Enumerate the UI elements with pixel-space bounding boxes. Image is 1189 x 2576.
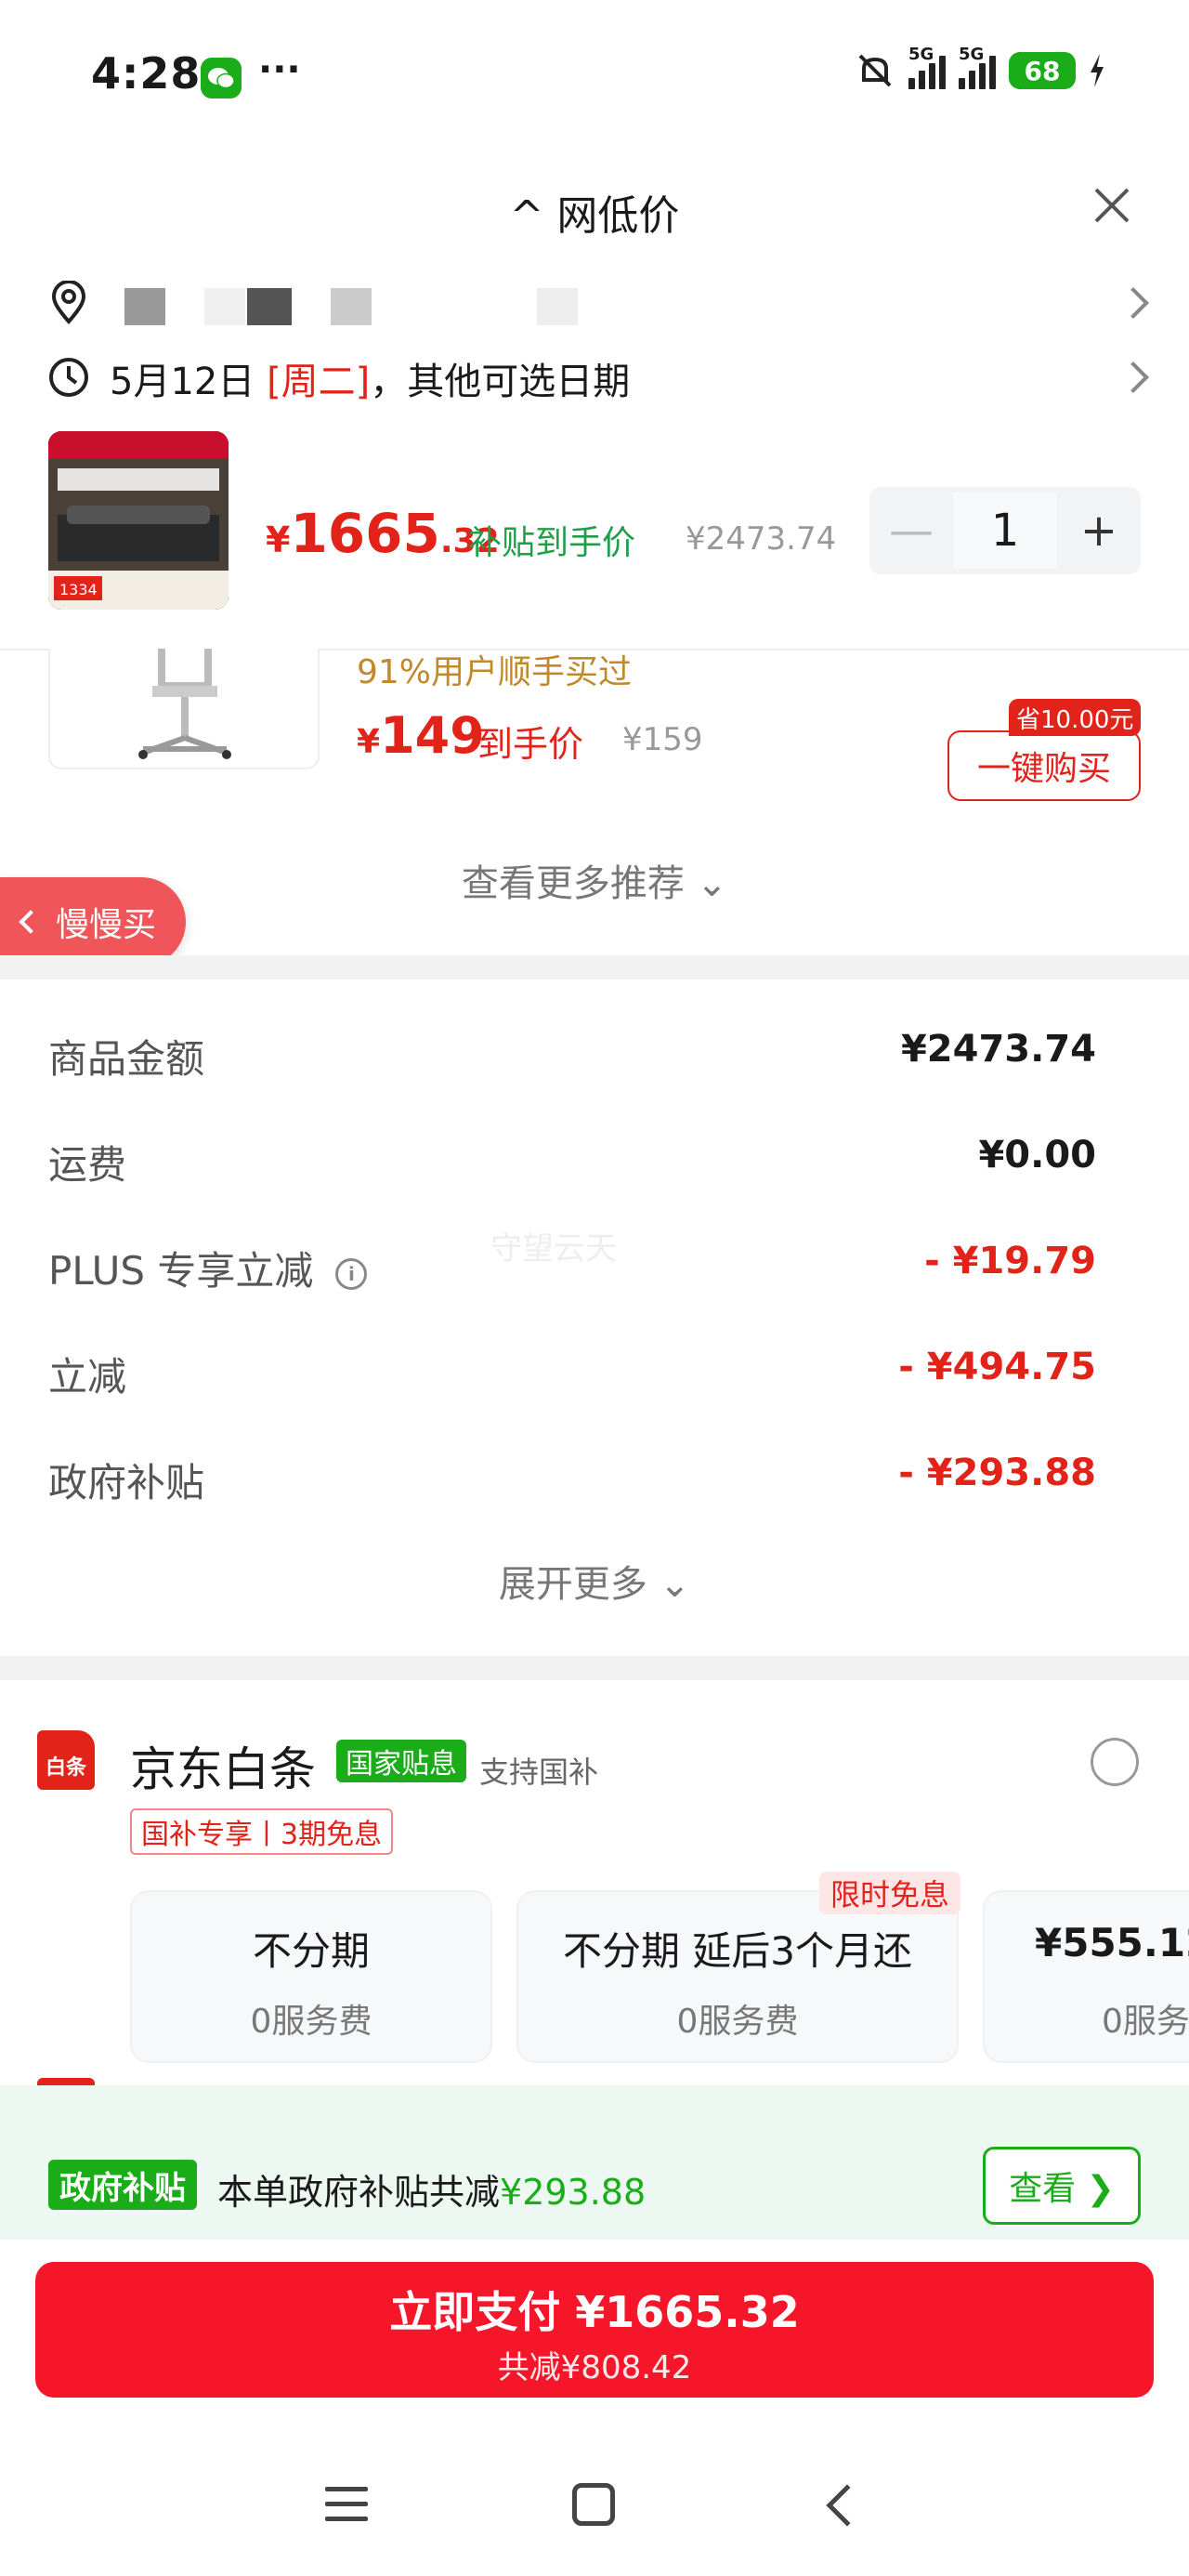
watermark: 守望云天: [490, 1230, 617, 1268]
expand-more-link[interactable]: 展开更多 ⌄: [0, 1554, 1189, 1608]
signal-1-icon: 5G: [908, 45, 946, 89]
recommend-price-value: 149: [380, 706, 485, 765]
location-pin-icon: [51, 281, 86, 325]
back-icon[interactable]: [826, 2484, 869, 2527]
signal-2-icon: 5G: [959, 45, 996, 89]
price-row-shipping: 运费 ¥0.00: [48, 1134, 1096, 1189]
section-divider: [0, 1656, 1189, 1680]
total-discount-label: 共减¥808.42: [497, 2349, 692, 2386]
product-image-price: 1334: [59, 581, 98, 598]
address-masked: [124, 288, 165, 325]
price-row-goods: 商品金额 ¥2473.74: [48, 1028, 1096, 1084]
address-masked: [537, 288, 578, 325]
charging-icon: [1091, 54, 1104, 87]
recommend-original-price: ¥159: [622, 721, 703, 758]
view-subsidy-button[interactable]: 查看 ❯: [983, 2147, 1141, 2225]
price-row-label: 运费: [48, 1142, 127, 1188]
address-row[interactable]: [48, 277, 1149, 329]
baitiao-logo: 白条: [37, 1730, 95, 1790]
chevron-left-icon: [19, 910, 43, 934]
installment-option[interactable]: 不分期 0服务费: [130, 1890, 492, 2063]
price-row-value: ¥0.00: [978, 1134, 1096, 1176]
price-row-value: - ¥293.88: [898, 1452, 1096, 1494]
product-price: ¥1665.32: [266, 502, 500, 565]
clock-icon: [49, 358, 88, 397]
page-title: ^ 网低价: [509, 192, 680, 240]
wechat-icon: [201, 58, 242, 99]
product-price-symbol: ¥: [266, 519, 291, 560]
battery-icon: 68: [1009, 52, 1076, 89]
installment-option[interactable]: ¥555.12 0服务费: [983, 1890, 1189, 2063]
delivery-date-row[interactable]: 5月12日 [周二]，其他可选日期: [48, 351, 1149, 405]
installment-title: 不分期 延后3个月还: [562, 1928, 913, 1974]
info-icon[interactable]: i: [335, 1257, 368, 1290]
recommend-price: ¥149: [357, 706, 485, 765]
subsidy-amount: ¥293.88: [500, 2172, 647, 2213]
price-row-label: 立减: [48, 1354, 127, 1400]
home-icon[interactable]: [572, 2483, 615, 2526]
status-more-icon: ···: [258, 48, 301, 91]
quantity-value[interactable]: 1: [953, 493, 1057, 569]
installment-fee: 0服务费: [250, 2003, 372, 2041]
product-price-label: 补贴到手价: [468, 524, 636, 562]
product-price-int: 1665: [290, 502, 440, 565]
installment-fee: 0服务费: [1102, 2003, 1189, 2041]
subsidy-text: 本单政府补贴共减¥293.88: [217, 2163, 646, 2215]
delivery-date: 5月12日 [周二]，其他可选日期: [110, 351, 630, 405]
delivery-other-dates: ，其他可选日期: [370, 361, 631, 403]
address-masked: [331, 288, 372, 325]
quantity-plus-button[interactable]: +: [1057, 487, 1141, 574]
price-row-label: 商品金额: [48, 1036, 205, 1082]
address-masked: [204, 288, 245, 325]
close-icon[interactable]: [1091, 184, 1133, 227]
price-row-subsidy: 政府补贴 - ¥293.88: [48, 1452, 1096, 1507]
price-row-value: - ¥494.75: [898, 1346, 1096, 1388]
status-indicators: 5G 5G 68: [855, 45, 1105, 89]
address-masked: [247, 288, 292, 325]
menu-icon[interactable]: [325, 2487, 368, 2524]
status-time: 4:28: [91, 48, 202, 99]
product-image[interactable]: 1334: [48, 431, 229, 610]
pay-now-button[interactable]: 立即支付 ¥1665.32 共减¥808.42: [35, 2262, 1154, 2398]
support-subsidy-text: 支持国补: [479, 1755, 599, 1790]
installment-fee: 0服务费: [676, 2003, 799, 2041]
recommend-price-label: 到手价: [477, 724, 584, 765]
payment-method-name: 京东白条: [130, 1742, 316, 1796]
recommend-image[interactable]: [48, 649, 320, 769]
price-row-discount: 立减 - ¥494.75: [48, 1346, 1096, 1401]
network-label-2: 5G: [959, 45, 985, 64]
plus-label: PLUS 专享立减: [48, 1248, 314, 1294]
mute-icon: [858, 54, 892, 87]
installment-title: 不分期: [252, 1928, 370, 1974]
limited-free-badge: 限时免息: [819, 1872, 961, 1914]
recommend-price-symbol: ¥: [357, 723, 381, 761]
quantity-stepper: — 1 +: [869, 487, 1141, 574]
price-row-value: ¥2473.74: [900, 1028, 1096, 1071]
price-row-label: PLUS 专享立减 i: [48, 1240, 368, 1296]
checkout-screen: { "status_bar": {"time": "4:28", "more":…: [0, 0, 1189, 2576]
quantity-minus-button[interactable]: —: [869, 487, 953, 574]
slow-buy-label: 慢慢买: [56, 906, 157, 944]
slow-buy-floating-button[interactable]: 慢慢买: [0, 877, 186, 966]
interest-subsidy-badge: 国家贴息: [336, 1740, 466, 1782]
section-divider: [0, 955, 1189, 979]
one-click-buy-button[interactable]: 一键购买: [947, 730, 1141, 801]
recommend-bought-text: 91%用户顺手买过: [357, 653, 633, 691]
product-original-price: ¥2473.74: [686, 520, 837, 558]
subsidy-badge: 政府补贴: [48, 2160, 197, 2210]
price-row-value: - ¥19.79: [924, 1240, 1096, 1282]
chevron-right-icon: [1117, 361, 1149, 393]
price-row-label: 政府补贴: [48, 1460, 205, 1505]
subsidy-label: 本单政府补贴共减: [217, 2172, 501, 2213]
delivery-weekday: [周二]: [267, 361, 371, 403]
delivery-date-prefix: 5月12日: [110, 361, 268, 403]
installment-title: ¥555.12: [1035, 1920, 1189, 1965]
chevron-right-icon: [1117, 287, 1149, 319]
pay-now-label: 立即支付 ¥1665.32: [389, 2287, 800, 2337]
installment-promo-tag: 国补专享丨3期免息: [130, 1808, 394, 1855]
network-label-1: 5G: [908, 45, 934, 64]
installment-option[interactable]: 不分期 延后3个月还 0服务费: [516, 1890, 959, 2063]
payment-radio[interactable]: [1091, 1738, 1139, 1786]
